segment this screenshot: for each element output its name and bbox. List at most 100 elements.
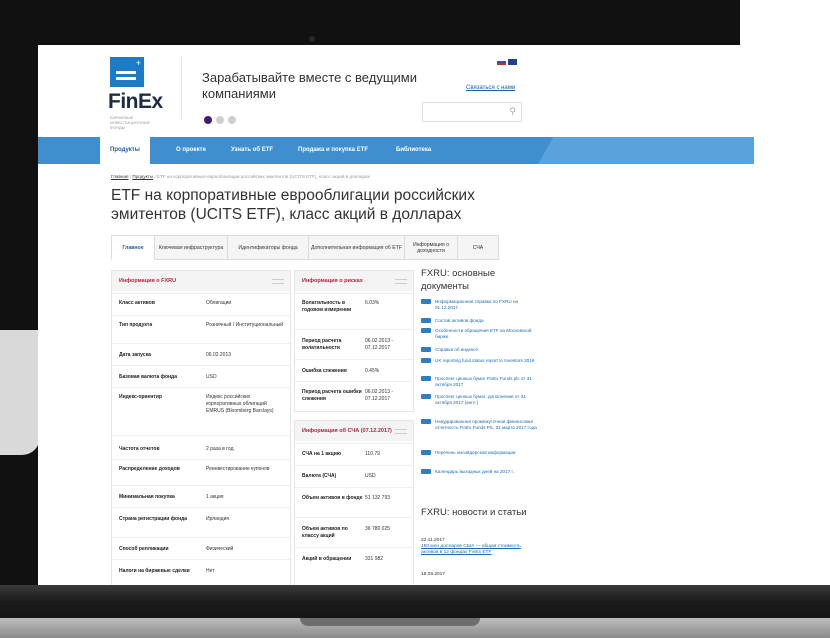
pdf-icon: [421, 419, 431, 424]
nav-key: Валюта (СЧА): [302, 473, 337, 479]
doc-link[interactable]: UK reporting fund status report to Inves…: [421, 358, 541, 364]
info-row: Распределение доходов Реинвестирование ку…: [112, 459, 290, 486]
info-value: Ирландия: [206, 516, 230, 522]
info-row: Страна регистрации фонда Ирландия: [112, 507, 290, 538]
risk-row: Период расчета ошибки слежения 06.02.2013…: [295, 381, 413, 410]
tab-yield[interactable]: Информация о доходности: [404, 235, 458, 260]
risk-value: 0.45%: [365, 368, 380, 374]
doc-link-text[interactable]: Перечень инсайдерской информации: [435, 450, 541, 456]
doc-link-text[interactable]: Справка об индексе: [435, 347, 541, 353]
doc-link[interactable]: Справка об индексе: [421, 347, 541, 353]
nav-row: СЧА на 1 акцию 110.79: [295, 443, 413, 466]
doc-link[interactable]: Календарь выходных дней на 2017 г.: [421, 469, 541, 475]
doc-link-text[interactable]: Неаудированная промежуточная финансовая …: [435, 419, 541, 431]
pdf-icon: [421, 469, 431, 474]
nav-item-library[interactable]: Библиотека: [396, 137, 431, 164]
menu-lines-icon: [272, 279, 284, 284]
doc-link-text[interactable]: Календарь выходных дней на 2017 г.: [435, 469, 541, 475]
finex-logo-icon[interactable]: +: [110, 57, 144, 87]
tab-nav[interactable]: СЧА: [457, 235, 499, 260]
nav-panel-header: Информация об СЧА (07.12.2017): [295, 421, 413, 441]
news-title: FXRU: новости и статьи: [421, 507, 527, 518]
language-switcher: [495, 59, 517, 67]
page-title: ETF на корпоративные еврооблигации росси…: [111, 187, 475, 223]
camera-icon: [309, 36, 315, 42]
doc-link-text[interactable]: UK reporting fund status report to Inves…: [435, 358, 541, 364]
slider-dot[interactable]: [216, 116, 224, 124]
doc-link[interactable]: Особенности обращения ETF на Московской …: [421, 328, 541, 340]
search-input[interactable]: ⚲: [422, 102, 522, 122]
doc-link-text[interactable]: Информационная справка по FXRU на 01.12.…: [435, 299, 541, 311]
doc-link-text[interactable]: Проспект ценных бумаг FinEx Funds plc от…: [435, 376, 541, 388]
info-key: Класс активов: [119, 300, 155, 306]
doc-link[interactable]: Неаудированная промежуточная финансовая …: [421, 419, 541, 431]
breadcrumb: Главная / Продукты / ETF на корпоративны…: [111, 174, 370, 179]
pdf-icon: [421, 347, 431, 352]
doc-link[interactable]: Проспект ценных бумаг: дополнение от 31 …: [421, 394, 541, 406]
info-row: Налоги на биржевые сделки Нет: [112, 559, 290, 585]
nav-panel-title: Информация об СЧА (07.12.2017): [302, 428, 392, 434]
slider-dot[interactable]: [204, 116, 212, 124]
risk-row: Ошибка слежения 0.45%: [295, 359, 413, 382]
nav-key: Объем активов в фонде: [302, 495, 363, 501]
breadcrumb-home[interactable]: Главная: [111, 174, 128, 179]
risk-panel-title: Информация о рисках: [302, 278, 363, 284]
pdf-icon: [421, 376, 431, 381]
laptop-notch: [300, 618, 480, 626]
nav-item-about[interactable]: О проекте: [176, 137, 206, 164]
nav-row: Валюта (СЧА) USD: [295, 465, 413, 488]
tab-main[interactable]: Главное: [111, 235, 155, 260]
menu-lines-icon: [395, 279, 407, 284]
header-divider: [181, 57, 182, 119]
info-row: Тип продукта Розничный / Институциональны…: [112, 315, 290, 344]
nav-row: Объем активов в фонде 51 132 793: [295, 487, 413, 518]
doc-link[interactable]: Состав активов фонда: [421, 318, 541, 324]
pdf-icon: [421, 318, 431, 323]
doc-link-text[interactable]: Проспект ценных бумаг: дополнение от 31 …: [435, 394, 541, 406]
tab-additional-info[interactable]: Дополнительная информация об ETF: [308, 235, 405, 260]
news-link[interactable]: 150 млн долларов США — общая стоимость а…: [421, 544, 531, 556]
doc-link[interactable]: Проспект ценных бумаг FinEx Funds plc от…: [421, 376, 541, 388]
risk-value: 06.02.2013 - 07.12.2017: [365, 389, 394, 402]
nav-item-products[interactable]: Продукты: [100, 137, 150, 164]
info-key: Частота отчетов: [119, 446, 160, 452]
risk-value: 06.02.2013 - 07.12.2017: [365, 338, 394, 351]
doc-link-text[interactable]: Состав активов фонда: [435, 318, 541, 324]
info-key: Налоги на биржевые сделки: [119, 568, 190, 574]
info-value: Индекс российских корпоративных облигаци…: [206, 394, 274, 414]
info-key: Способ репликации: [119, 546, 169, 552]
info-row: Базовая валюта фонда USD: [112, 365, 290, 388]
russian-flag-icon[interactable]: [497, 59, 506, 65]
uk-flag-icon[interactable]: [508, 59, 517, 65]
info-key: Тип продукта: [119, 322, 153, 328]
pdf-icon: [421, 450, 431, 455]
doc-link-text[interactable]: Особенности обращения ETF на Московской …: [435, 328, 541, 340]
search-icon[interactable]: ⚲: [509, 106, 516, 117]
info-key: Распределение доходов: [119, 466, 180, 472]
doc-link[interactable]: Перечень инсайдерской информации: [421, 450, 541, 456]
logo-sub-line: ФОНДЫ: [110, 125, 126, 130]
nav-item-learn-etf[interactable]: Узнать об ETF: [231, 137, 273, 164]
nav-item-trade-etf[interactable]: Продажа и покупка ETF: [298, 137, 368, 164]
info-panel-header: Информация о FXRU: [112, 271, 290, 291]
news-item: 23.11.2017 150 млн долларов США — общая …: [421, 538, 531, 556]
slider-dot[interactable]: [228, 116, 236, 124]
browser-screen: + FinEx БИРЖЕВЫЕ ИНВЕСТИЦИОННЫЕ ФОНДЫ За…: [38, 45, 754, 585]
tab-identifiers[interactable]: Идентификаторы фонда: [227, 235, 309, 260]
doc-link[interactable]: Информационная справка по FXRU на 01.12.…: [421, 299, 541, 311]
info-value: Облигации: [206, 300, 232, 306]
info-value: Розничный / Институциональный: [206, 322, 284, 328]
breadcrumb-products[interactable]: Продукты: [132, 174, 153, 179]
nav-value: USD: [365, 473, 376, 479]
logo-text[interactable]: FinEx: [108, 90, 163, 114]
info-row: Класс активов Облигации: [112, 293, 290, 316]
risk-row: Период расчета волатильности 06.02.2013 -…: [295, 329, 413, 360]
info-row: Дата запуска 06.02.2013: [112, 343, 290, 366]
risk-row: Волатильность в годовом измерении 6.03%: [295, 293, 413, 330]
info-panel: Информация о FXRU Класс активов Облигации…: [111, 270, 291, 585]
contact-link[interactable]: Связаться с нами: [466, 85, 515, 91]
info-row: Частота отчетов 2 раза в год: [112, 435, 290, 460]
pdf-icon: [421, 358, 431, 363]
tab-infrastructure[interactable]: Ключевая инфраструктура: [154, 235, 228, 260]
nav-row: Объем активов по классу акций 36 780 025: [295, 517, 413, 548]
